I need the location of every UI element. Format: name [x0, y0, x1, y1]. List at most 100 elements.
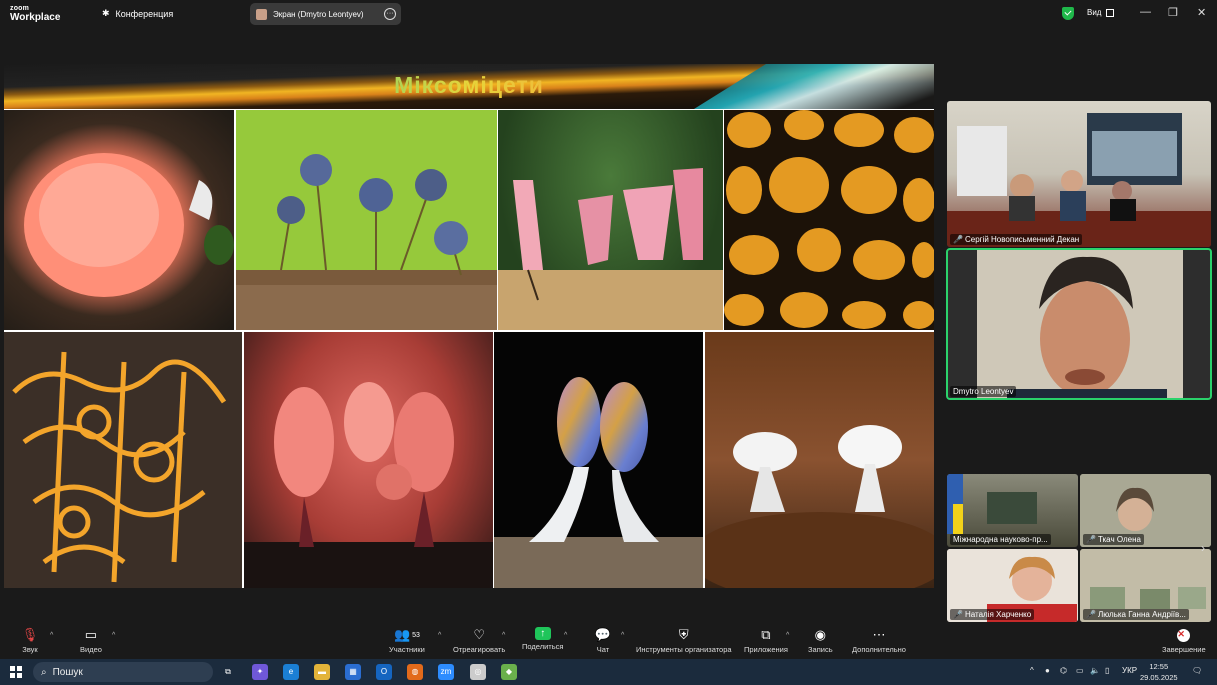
view-grid-icon: [1106, 8, 1115, 17]
participant-video-tile[interactable]: 🎤 Люлька Ганна Андріїв...: [1080, 549, 1211, 622]
video-frame-conference-room: [947, 113, 1211, 247]
participants-label: Участники: [389, 645, 425, 654]
next-page-chevron-icon[interactable]: ›: [1201, 541, 1205, 555]
tray-overflow-icon[interactable]: ^: [1030, 666, 1034, 675]
participant-video-tile[interactable]: 🎤 Сергій Новописьменний Декан: [947, 101, 1211, 247]
input-language[interactable]: УКР: [1122, 666, 1137, 675]
react-button[interactable]: ♡ Отреагировать: [453, 627, 505, 654]
chat-icon: 💬: [594, 627, 612, 642]
heart-icon: ♡: [473, 627, 485, 642]
security-shield-icon[interactable]: [1062, 7, 1074, 20]
chrome-icon[interactable]: ◎: [470, 664, 486, 680]
share-caret-icon[interactable]: ^: [564, 632, 567, 639]
firefox-icon[interactable]: ◍: [407, 664, 423, 680]
shield-icon: ⛨: [678, 627, 689, 642]
clock-date: 29.05.2025: [1140, 673, 1178, 682]
tray-volume-icon[interactable]: 🔈: [1090, 666, 1100, 675]
active-speaker-video-tile[interactable]: Dmytro Leontyev: [946, 248, 1212, 400]
react-label: Отреагировать: [453, 645, 506, 654]
chat-label: Чат: [596, 645, 610, 654]
conference-menu[interactable]: ✱ Конференция: [102, 8, 173, 19]
photo-blue-sporangia: [236, 110, 497, 330]
end-close-icon: ✕: [1177, 628, 1191, 642]
taskbar-search[interactable]: ⌕ Пошук: [33, 662, 213, 682]
photo-white-fruiting-bodies: [705, 332, 934, 588]
participant-name: Сергій Новописьменний Декан: [964, 235, 1080, 244]
edge-browser-icon[interactable]: e: [283, 664, 299, 680]
screen-share-pill[interactable]: Экран (Dmytro Leontyev) ···: [250, 3, 401, 25]
chat-caret-icon[interactable]: ^: [621, 632, 624, 639]
outlook-icon[interactable]: O: [376, 664, 392, 680]
video-label: Видео: [80, 645, 102, 654]
muted-mic-icon: 🎤: [953, 235, 963, 244]
windows-taskbar: ⌕ Пошук ⧉ ✦ e ▬ ▦ O ◍ zm ◎ ◆ ^ ● ⌬ ▭ 🔈 ▯…: [0, 659, 1217, 685]
photo-pink-slime-mold: [4, 110, 234, 330]
participant-video-tile[interactable]: Міжнародна науково-пр...: [947, 474, 1078, 547]
view-label: Вид: [1087, 8, 1102, 17]
participant-name: Міжнародна науково-пр...: [953, 535, 1048, 544]
windows-start-icon[interactable]: [10, 666, 22, 678]
more-button[interactable]: ⋯ Дополнительно: [852, 627, 906, 654]
video-frame-speaker: [947, 249, 1211, 399]
more-options-icon[interactable]: ···: [384, 8, 396, 20]
end-label: Завершение: [1162, 645, 1206, 654]
record-icon: ◉: [814, 627, 826, 642]
minimize-icon[interactable]: —: [1140, 6, 1151, 18]
video-options-caret-icon[interactable]: ^: [112, 632, 115, 639]
audio-options-caret-icon[interactable]: ^: [50, 632, 53, 639]
shared-screen-slide: Міксоміцети: [4, 64, 934, 588]
apps-label: Приложения: [744, 645, 788, 654]
record-label: Запись: [808, 645, 833, 654]
camera-icon: ▭: [84, 627, 98, 642]
view-button[interactable]: Вид: [1087, 8, 1115, 17]
muted-mic-icon: 🎤: [1086, 610, 1096, 619]
tray-network-icon[interactable]: ⌬: [1060, 666, 1067, 675]
apps-icon: ⧉: [761, 627, 771, 642]
react-caret-icon[interactable]: ^: [502, 632, 505, 639]
chat-button[interactable]: 💬 Чат: [595, 627, 611, 654]
share-label: Поделиться: [522, 642, 564, 651]
participants-caret-icon[interactable]: ^: [438, 632, 441, 639]
tray-battery-icon[interactable]: ▯: [1105, 666, 1109, 675]
copilot-icon[interactable]: ✦: [252, 664, 268, 680]
participant-name: Ткач Олена: [1097, 535, 1141, 544]
store-icon[interactable]: ▦: [345, 664, 361, 680]
tray-app-icon[interactable]: ●: [1045, 666, 1050, 675]
record-button[interactable]: ◉ Запись: [808, 627, 833, 654]
people-icon: ✱: [102, 8, 110, 18]
avatar-icon: [256, 8, 267, 20]
participant-video-tile[interactable]: 🎤 Наталія Харченко: [947, 549, 1078, 622]
task-view-icon[interactable]: ⧉: [220, 664, 236, 680]
restore-icon[interactable]: ❐: [1168, 6, 1178, 19]
audio-button[interactable]: 🎙 Звук: [22, 627, 39, 654]
photo-pink-brushes: [498, 110, 723, 330]
apps-caret-icon[interactable]: ^: [786, 632, 789, 639]
host-tools-button[interactable]: ⛨ Инструменты организатора: [636, 627, 732, 654]
taskbar-clock[interactable]: 12:55 29.05.2025: [1140, 661, 1178, 683]
app-icon[interactable]: ◆: [501, 664, 517, 680]
tray-display-icon[interactable]: ▭: [1076, 666, 1084, 675]
participants-count: 53: [412, 631, 420, 639]
host-tools-label: Инструменты организатора: [636, 645, 732, 654]
zoom-logo: zoom Workplace: [10, 4, 61, 23]
more-dots-icon: ⋯: [872, 627, 886, 642]
search-placeholder: Пошук: [52, 666, 83, 678]
participant-name-tag: 🎤 Наталія Харченко: [950, 609, 1035, 620]
notifications-icon[interactable]: 🗨: [1192, 666, 1202, 675]
end-meeting-button[interactable]: ✕ Завершение: [1162, 627, 1206, 654]
file-explorer-icon[interactable]: ▬: [314, 664, 330, 680]
screen-share-label: Экран (Dmytro Leontyev): [273, 9, 364, 19]
muted-mic-icon: 🎤: [1086, 535, 1096, 544]
zoom-app-icon[interactable]: zm: [438, 664, 454, 680]
video-button[interactable]: ▭ Видео: [80, 627, 102, 654]
participant-name-tag: 🎤 Сергій Новописьменний Декан: [950, 234, 1083, 245]
share-button[interactable]: ↑ Поделиться: [522, 627, 563, 651]
participant-video-tile[interactable]: 🎤 Ткач Олена: [1080, 474, 1211, 547]
participant-name-tag: Міжнародна науково-пр...: [950, 534, 1051, 545]
apps-button[interactable]: ⧉ Приложения: [744, 627, 788, 654]
close-icon[interactable]: ✕: [1197, 6, 1206, 19]
muted-mic-icon: 🎤: [953, 610, 963, 619]
participant-name-tag: Dmytro Leontyev: [950, 386, 1017, 397]
participants-button[interactable]: 👥 53 Участники: [389, 627, 425, 654]
logo-text-bottom: Workplace: [10, 12, 61, 23]
